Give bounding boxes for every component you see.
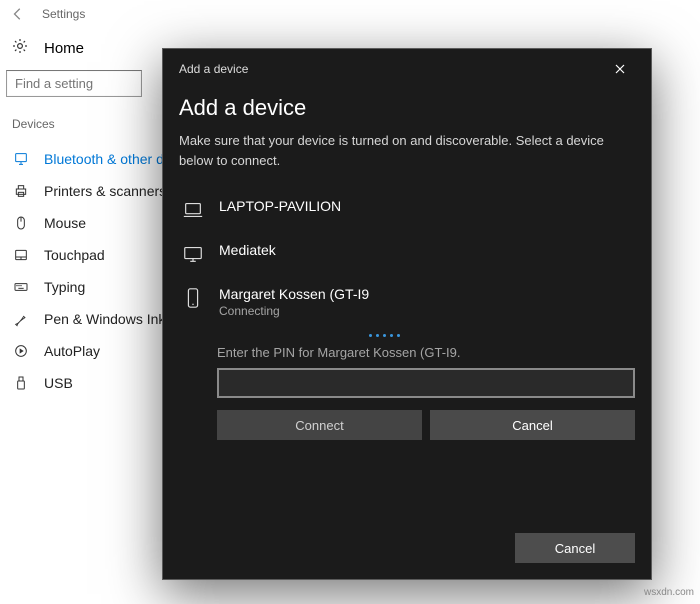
touchpad-icon <box>12 247 30 263</box>
sidebar-item-label: Mouse <box>44 215 86 231</box>
window-title: Settings <box>42 7 85 21</box>
dialog-footer: Cancel <box>179 533 635 563</box>
close-icon <box>615 64 625 74</box>
laptop-icon <box>181 198 205 222</box>
device-name: Mediatek <box>219 242 276 258</box>
back-button[interactable] <box>8 4 28 24</box>
mouse-icon <box>12 215 30 231</box>
enter-pin-label: Enter the PIN for Margaret Kossen (GT-I9… <box>217 345 635 360</box>
device-name: LAPTOP-PAVILION <box>219 198 341 214</box>
device-row[interactable]: Margaret Kossen (GT-I9 Connecting <box>179 276 635 328</box>
pin-input[interactable] <box>217 368 635 398</box>
dialog-small-title: Add a device <box>179 62 248 76</box>
printer-icon <box>12 183 30 199</box>
back-arrow-icon <box>11 7 25 21</box>
sidebar-item-label: Printers & scanners <box>44 183 166 199</box>
add-device-dialog: Add a device Add a device Make sure that… <box>162 48 652 580</box>
progress-dots <box>369 334 635 337</box>
home-label: Home <box>44 40 84 57</box>
action-row: Connect Cancel <box>217 410 635 440</box>
device-status: Connecting <box>219 304 369 318</box>
phone-icon <box>181 286 205 310</box>
connect-button[interactable]: Connect <box>217 410 422 440</box>
sidebar-item-label: AutoPlay <box>44 343 100 359</box>
device-name: Margaret Kossen (GT-I9 <box>219 286 369 302</box>
close-button[interactable] <box>605 57 635 81</box>
cancel-pairing-button[interactable]: Cancel <box>430 410 635 440</box>
device-row[interactable]: Mediatek <box>179 232 635 276</box>
gear-icon <box>12 38 30 58</box>
sidebar-item-label: Bluetooth & other dev <box>44 151 179 167</box>
search-input[interactable] <box>6 70 142 97</box>
sidebar-item-label: Pen & Windows Ink <box>44 311 165 327</box>
device-row[interactable]: LAPTOP-PAVILION <box>179 188 635 232</box>
keyboard-icon <box>12 279 30 295</box>
sidebar-item-label: Touchpad <box>44 247 105 263</box>
sidebar-item-label: USB <box>44 375 73 391</box>
bluetooth-icon <box>12 151 30 167</box>
usb-icon <box>12 375 30 391</box>
dialog-subtitle: Make sure that your device is turned on … <box>179 131 635 170</box>
autoplay-icon <box>12 343 30 359</box>
pen-icon <box>12 311 30 327</box>
display-icon <box>181 242 205 266</box>
dialog-title: Add a device <box>179 95 635 121</box>
cancel-dialog-button[interactable]: Cancel <box>515 533 635 563</box>
sidebar-item-label: Typing <box>44 279 85 295</box>
titlebar: Settings <box>0 0 700 28</box>
watermark: wsxdn.com <box>644 587 694 598</box>
